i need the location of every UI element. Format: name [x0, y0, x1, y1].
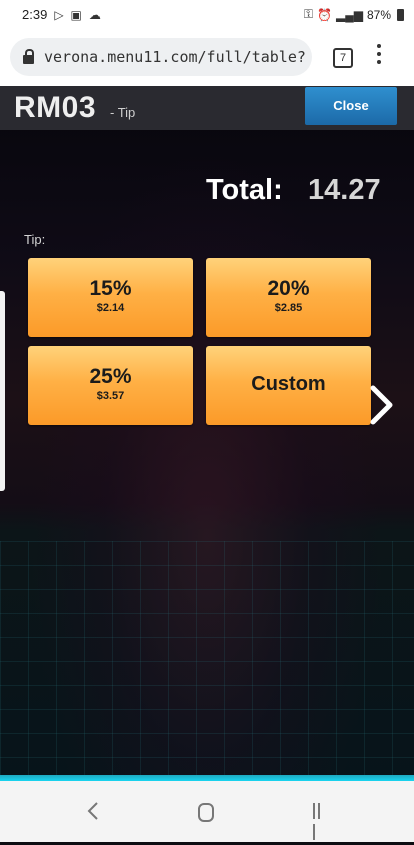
url-text[interactable]: verona.menu11.com/full/table?x=: [44, 48, 306, 66]
kebab-menu-icon[interactable]: [376, 44, 382, 66]
total-value: 14.27: [308, 174, 381, 206]
next-arrow-icon[interactable]: [366, 384, 396, 426]
close-button[interactable]: Close: [305, 87, 397, 125]
tip-20-button[interactable]: 20% $2.85: [206, 258, 371, 337]
tip-percent: 25%: [89, 365, 132, 388]
tip-label: Tip:: [24, 232, 46, 247]
tip-amount: $2.85: [274, 302, 303, 314]
tip-custom-button[interactable]: Custom: [206, 346, 371, 425]
play-icon: ▷: [54, 7, 64, 22]
tip-percent: 20%: [267, 277, 310, 300]
status-bar: 2:39 ▷ ▣ ☁ ⚿ ⏰ ▂▄▆ 87%: [0, 0, 414, 30]
tab-count-icon[interactable]: 7: [333, 48, 353, 68]
address-bar[interactable]: verona.menu11.com/full/table?x=: [10, 38, 312, 76]
background-grid: [0, 541, 414, 781]
battery-percent: 87%: [366, 7, 391, 22]
image-icon: ▣: [70, 7, 82, 22]
tip-25-button[interactable]: 25% $3.57: [28, 346, 193, 425]
app-header: RM03 - Tip Close: [0, 86, 414, 130]
total-label: Total:: [206, 174, 283, 206]
battery-icon: [397, 8, 404, 21]
alarm-icon: ⏰: [317, 7, 332, 22]
nav-recents-icon[interactable]: [313, 803, 327, 840]
app-content: RM03 - Tip Close Total: 14.27 Tip: 15% $…: [0, 86, 414, 781]
tip-amount: $2.14: [96, 302, 125, 314]
tip-custom-label: Custom: [251, 373, 326, 395]
side-panel-handle[interactable]: [0, 291, 5, 491]
key-icon: ⚿: [303, 7, 314, 21]
nav-home-icon[interactable]: [198, 803, 214, 822]
browser-toolbar: verona.menu11.com/full/table?x= 7: [0, 30, 414, 87]
lock-icon: [23, 49, 34, 64]
signal-icon: ▂▄▆: [336, 7, 363, 22]
table-code: RM03: [14, 91, 97, 124]
status-time: 2:39: [22, 7, 48, 22]
cloud-icon: ☁: [88, 7, 101, 22]
status-right: ⚿ ⏰ ▂▄▆ 87%: [304, 7, 404, 22]
tip-percent: 15%: [89, 277, 132, 300]
page-subtitle: - Tip: [110, 105, 136, 120]
system-nav-bar: [0, 781, 414, 842]
tip-15-button[interactable]: 15% $2.14: [28, 258, 193, 337]
tip-amount: $3.57: [96, 390, 125, 402]
status-left: 2:39 ▷ ▣ ☁: [22, 7, 101, 22]
nav-back-icon[interactable]: [86, 801, 100, 821]
